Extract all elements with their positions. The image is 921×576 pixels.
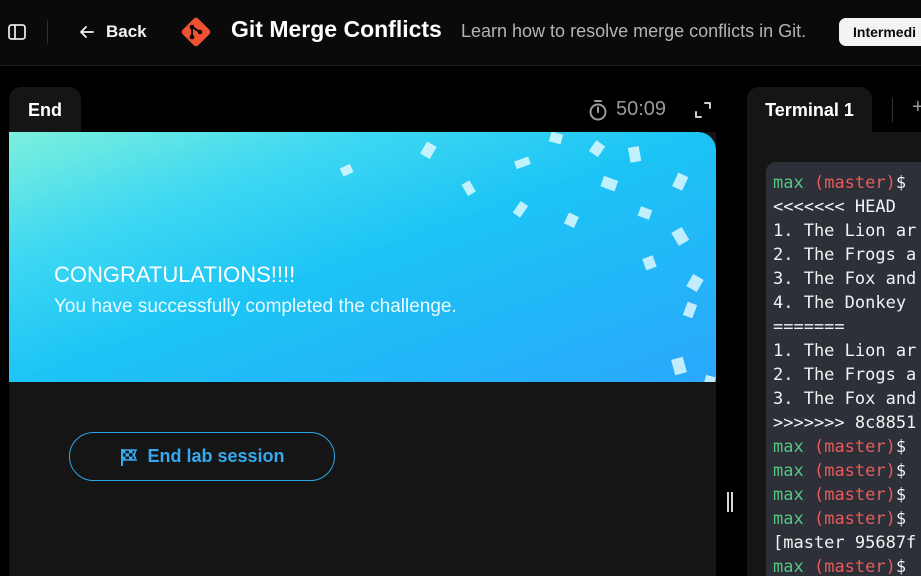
terminal-line: 2. The Frogs a (773, 365, 917, 385)
course-subtitle: Learn how to resolve merge conflicts in … (461, 21, 807, 41)
terminal-line: max (master)$ (773, 483, 921, 507)
terminal-line: max (master)$ (773, 555, 921, 576)
prompt-user: max (773, 461, 804, 481)
terminal-line: ======= (773, 317, 845, 337)
terminal-line: max (master)$ (773, 435, 921, 459)
terminal-output[interactable]: max (master)$ <<<<<<< HEAD 1. The Lion ar 2… (766, 162, 921, 576)
prompt-user: max (773, 485, 804, 505)
congratulations-banner: CONGRATULATIONS!!!! You have successfull… (9, 132, 716, 382)
terminal-line: 1. The Lion ar (773, 221, 917, 241)
terminal-line: 2. The Frogs a (773, 245, 917, 265)
back-label: Back (106, 22, 147, 41)
prompt-symbol: $ (895, 437, 907, 457)
prompt-branch: (master) (813, 485, 896, 505)
prompt-symbol: $ (895, 509, 907, 529)
prompt-user: max (773, 437, 804, 457)
timer-value: 50:09 (616, 98, 667, 120)
session-timer: 50:09 (588, 98, 666, 121)
terminal-tab-divider (892, 98, 893, 122)
back-button[interactable]: Back (78, 18, 147, 46)
prompt-branch: (master) (813, 173, 896, 193)
end-lab-session-button[interactable]: End lab session (69, 432, 335, 481)
terminal-panel: max (master)$ <<<<<<< HEAD 1. The Lion ar 2… (747, 132, 921, 576)
tab-end[interactable]: End (9, 87, 81, 133)
checkered-flag-icon (121, 448, 138, 466)
prompt-symbol: $ (895, 461, 907, 481)
course-title: Git Merge Conflicts (231, 16, 442, 42)
end-panel: CONGRATULATIONS!!!! You have successfull… (9, 132, 716, 576)
prompt-symbol: $ (895, 173, 907, 193)
congratulations-message: You have successfully completed the chal… (54, 296, 457, 317)
end-button-label: End lab session (147, 446, 285, 466)
prompt-user: max (773, 173, 804, 193)
prompt-branch: (master) (813, 557, 896, 576)
prompt-branch: (master) (813, 461, 896, 481)
terminal-line: 3. The Fox and (773, 389, 917, 409)
prompt-user: max (773, 557, 804, 576)
prompt-branch: (master) (813, 437, 896, 457)
terminal-line: <<<<<<< HEAD (773, 197, 896, 217)
git-logo-icon (181, 17, 211, 47)
prompt-branch: (master) (813, 509, 896, 529)
plus-icon[interactable]: + (912, 96, 921, 119)
confetti-decoration (339, 132, 716, 382)
top-bar: Back Git Merge Conflicts Learn how to re… (0, 0, 921, 66)
terminal-line: [master 95687f (773, 533, 917, 553)
level-badge: Intermedi (839, 18, 921, 46)
congratulations-title: CONGRATULATIONS!!!! (54, 262, 296, 287)
terminal-line: max (master)$ (773, 459, 921, 483)
tab-terminal-1[interactable]: Terminal 1 (747, 87, 872, 133)
terminal-line: 4. The Donkey (773, 293, 907, 313)
terminal-line: max (master)$ (773, 171, 921, 195)
terminal-line: >>>>>>> 8c8851 (773, 413, 917, 433)
header-divider (47, 20, 48, 44)
terminal-line: 1. The Lion ar (773, 341, 917, 361)
prompt-user: max (773, 509, 804, 529)
prompt-symbol: $ (895, 485, 907, 505)
prompt-symbol: $ (895, 557, 907, 576)
sidebar-toggle-icon[interactable] (7, 22, 27, 42)
stopwatch-icon (589, 99, 607, 120)
terminal-line: max (master)$ (773, 507, 921, 531)
pane-resize-handle[interactable] (727, 492, 735, 512)
arrow-left-icon (80, 26, 94, 38)
expand-icon[interactable] (694, 101, 712, 119)
terminal-line: 3. The Fox and (773, 269, 917, 289)
